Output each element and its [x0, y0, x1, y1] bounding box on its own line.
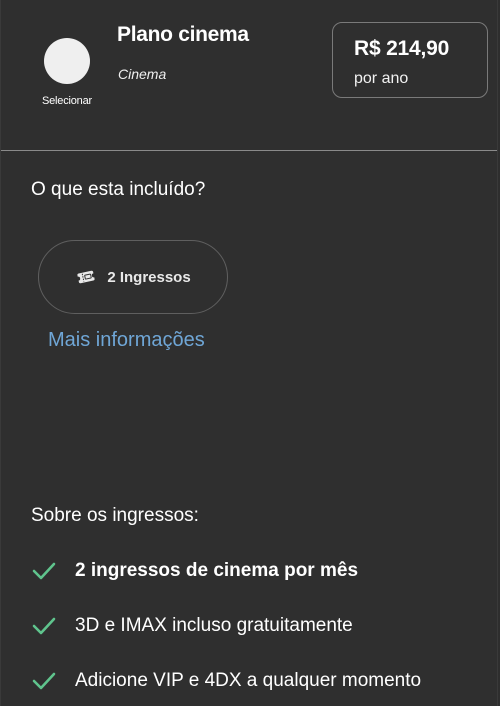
plan-card: Selecionar Plano cinema Cinema R$ 214,90… [0, 0, 498, 706]
ingressos-chip[interactable]: 2 Ingressos [38, 240, 228, 314]
more-info-link[interactable]: Mais informações [48, 329, 205, 352]
select-label: Selecionar [42, 95, 92, 107]
benefit-text: 2 ingressos de cinema por mês [75, 560, 359, 581]
select-radio-button[interactable] [44, 38, 90, 84]
benefit-item: 3D e IMAX incluso gratuitamente [31, 615, 353, 637]
check-icon [32, 617, 56, 635]
benefit-text: 3D e IMAX incluso gratuitamente [75, 615, 353, 636]
about-tickets-title: Sobre os ingressos: [31, 505, 199, 526]
included-section-title: O que esta incluído? [31, 179, 206, 200]
price-period: por ano [354, 70, 409, 87]
benefit-item: 2 ingressos de cinema por mês [31, 560, 358, 582]
plan-subtitle: Cinema [118, 66, 167, 82]
plan-title: Plano cinema [117, 23, 249, 46]
price-box: R$ 214,90 por ano [332, 22, 488, 98]
benefit-item: Adicione VIP e 4DX a qualquer momento [31, 670, 421, 692]
select-radio-option[interactable]: Selecionar [31, 38, 103, 107]
ticket-icon [75, 269, 97, 285]
check-icon [32, 562, 56, 580]
ingressos-chip-label: 2 Ingressos [107, 268, 191, 286]
price-amount: R$ 214,90 [354, 37, 450, 60]
check-icon [32, 672, 56, 690]
benefit-text: Adicione VIP e 4DX a qualquer momento [75, 670, 422, 691]
plan-header: Selecionar Plano cinema Cinema R$ 214,90… [1, 0, 497, 151]
